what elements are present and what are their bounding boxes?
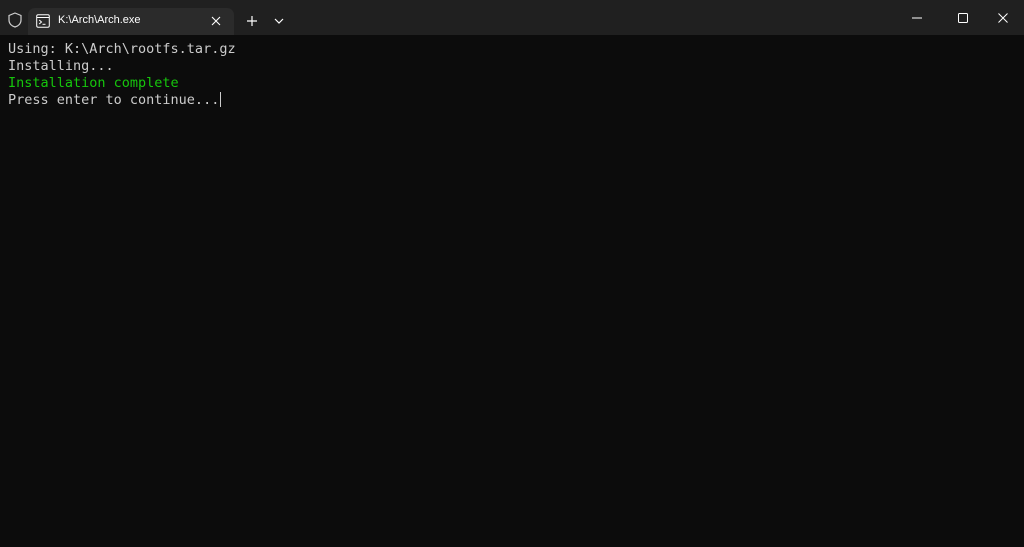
terminal-output[interactable]: Using: K:\Arch\rootfs.tar.gz Installing.… (0, 35, 1024, 547)
output-line-installing: Installing... (8, 58, 114, 74)
close-icon[interactable] (210, 15, 222, 27)
minimize-icon (912, 17, 922, 19)
text-cursor (220, 92, 222, 107)
maximize-icon (958, 13, 968, 23)
output-line-prompt: Press enter to continue... (8, 92, 1024, 109)
terminal-icon (36, 14, 50, 28)
shield-icon (8, 12, 22, 28)
tab-arch[interactable]: K:\Arch\Arch.exe (28, 8, 234, 35)
window-close-icon (998, 13, 1008, 23)
plus-icon[interactable] (245, 14, 259, 28)
minimize-button[interactable] (894, 0, 940, 35)
terminal-window: K:\Arch\Arch.exe Using: K:\Arch\rootfs.t… (0, 0, 1024, 547)
tab-title: K:\Arch\Arch.exe (58, 14, 141, 26)
close-window-button[interactable] (980, 0, 1024, 35)
title-bar[interactable]: K:\Arch\Arch.exe (0, 0, 1024, 35)
output-line-complete: Installation complete (8, 75, 179, 91)
prompt-text: Press enter to continue... (8, 92, 220, 108)
output-line-source: Using: K:\Arch\rootfs.tar.gz (8, 41, 236, 57)
chevron-down-icon[interactable] (273, 16, 285, 26)
